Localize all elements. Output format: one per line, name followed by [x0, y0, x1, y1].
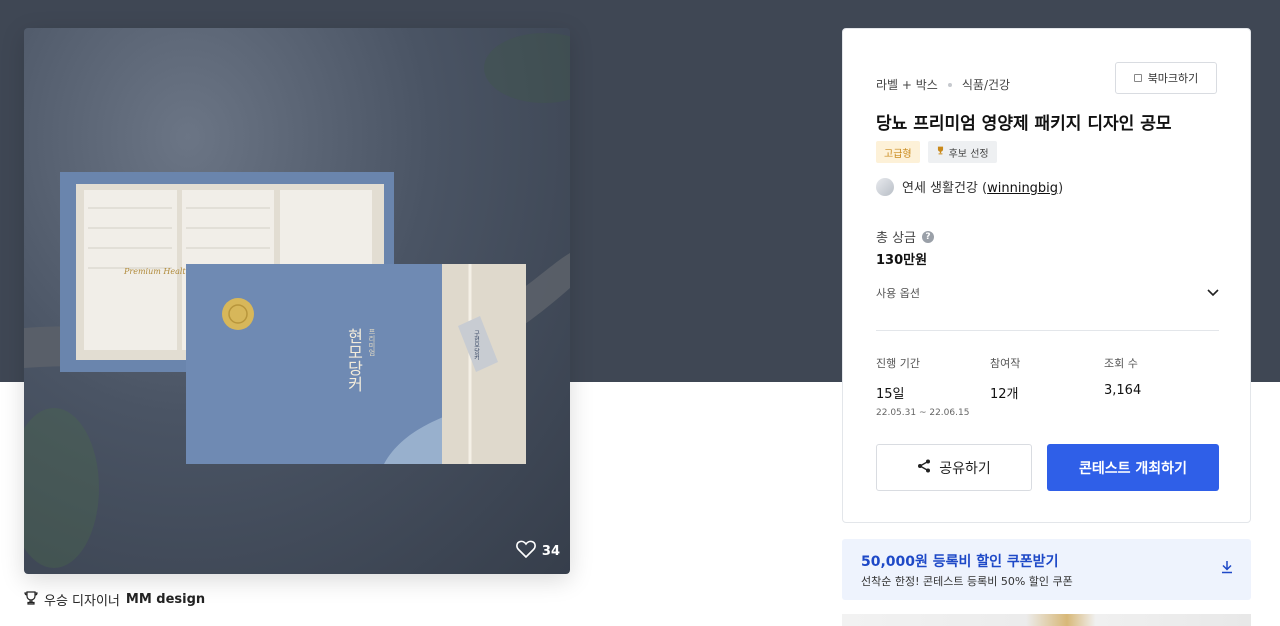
heart-icon[interactable]: [516, 540, 536, 562]
avatar: [876, 177, 894, 196]
host-id-link[interactable]: winningbig: [987, 181, 1058, 196]
host-close: ): [1058, 181, 1064, 196]
contest-stats: 진행 기간 15일 22.05.31 ~ 22.06.15 참여작 12개 조회…: [876, 355, 1219, 418]
divider: [876, 330, 1219, 331]
chevron-down-icon[interactable]: [1207, 287, 1219, 300]
bookmark-button[interactable]: 북마크하기: [1115, 62, 1217, 94]
package-illustration: Premium Healthy 현모당커 프리미엄 구현모당커: [24, 33, 570, 568]
stat-entries: 참여작 12개: [990, 355, 1104, 418]
box-subtitle-text: 프리미엄: [368, 328, 376, 356]
prize-value: 130만원: [876, 253, 928, 268]
prize-label: 총 상금 ?: [876, 227, 935, 246]
host-name: 연세 생활건강 (: [902, 181, 988, 196]
separator-dot: [947, 82, 952, 87]
share-button[interactable]: 공유하기: [876, 444, 1032, 491]
winner-name[interactable]: MM design: [126, 592, 205, 607]
category-breadcrumb: 라벨 + 박스 식품/건강: [876, 76, 1010, 93]
trophy-icon: [936, 146, 945, 158]
help-icon[interactable]: ?: [922, 230, 935, 243]
prize-label-text: 총 상금: [876, 231, 917, 246]
winner-label: 우승 디자이너: [44, 594, 120, 609]
share-icon: [917, 459, 931, 477]
stat-period-range: 22.05.31 ~ 22.06.15: [876, 408, 970, 418]
download-icon[interactable]: [1221, 559, 1233, 578]
stat-entries-label: 참여작: [990, 357, 1021, 370]
trophy-icon: [24, 590, 38, 609]
box-brand-text: 현모당커: [345, 328, 364, 392]
options-label: 사용 옵션: [876, 287, 920, 300]
stat-views-value: 3,164: [1104, 383, 1142, 398]
next-banner-preview[interactable]: [842, 614, 1251, 626]
bookmark-label: 북마크하기: [1147, 72, 1199, 85]
stat-period: 진행 기간 15일 22.05.31 ~ 22.06.15: [876, 355, 990, 418]
coupon-title: 50,000원 등록비 할인 쿠폰받기: [861, 554, 1059, 570]
stat-entries-value: 12개: [990, 387, 1019, 402]
badge-premium: 고급형: [876, 141, 920, 163]
product-image[interactable]: Premium Healthy 현모당커 프리미엄 구현모당커 34: [24, 28, 570, 574]
badge-group: 고급형 후보 선정: [876, 141, 997, 163]
share-label: 공유하기: [939, 460, 991, 477]
host-contest-button[interactable]: 콘테스트 개최하기: [1047, 444, 1219, 491]
stat-views: 조회 수 3,164: [1104, 355, 1218, 418]
bookmark-icon: [1133, 74, 1142, 82]
stat-period-label: 진행 기간: [876, 357, 920, 370]
like-count: 34: [541, 543, 560, 559]
contest-info-card: 라벨 + 박스 식품/건강 북마크하기 당뇨 프리미엄 영양제 패키지 디자인 …: [842, 28, 1251, 523]
host-info: 연세 생활건강 (winningbig): [876, 177, 1063, 196]
tag-text: 구현모당커: [473, 330, 480, 361]
coupon-banner[interactable]: 50,000원 등록비 할인 쿠폰받기 선착순 한정! 콘테스트 등록비 50%…: [842, 539, 1251, 600]
options-dropdown[interactable]: 사용 옵션: [876, 285, 1219, 301]
category-primary[interactable]: 라벨 + 박스: [876, 76, 938, 93]
stat-period-value: 15일: [876, 387, 905, 402]
badge-candidate-label: 후보 선정: [948, 148, 989, 160]
like-counter[interactable]: 34: [516, 540, 560, 562]
box-english-text: Premium Healthy: [123, 267, 196, 276]
winner-designer: 우승 디자이너 MM design: [24, 590, 205, 609]
contest-title: 당뇨 프리미엄 영양제 패키지 디자인 공모: [876, 114, 1172, 134]
badge-candidate: 후보 선정: [927, 141, 997, 163]
stat-views-label: 조회 수: [1104, 357, 1138, 370]
coupon-subtitle: 선착순 한정! 콘테스트 등록비 50% 할인 쿠폰: [861, 575, 1073, 588]
category-secondary[interactable]: 식품/건강: [962, 76, 1010, 93]
